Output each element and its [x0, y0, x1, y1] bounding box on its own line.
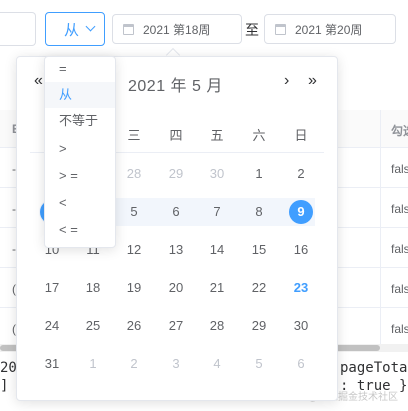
next-month-button[interactable]: › [284, 72, 289, 90]
calendar-day[interactable]: 29 [244, 313, 274, 339]
value-input[interactable] [0, 12, 36, 46]
calendar-day[interactable]: 16 [286, 237, 316, 263]
operator-option[interactable]: < [45, 190, 115, 216]
calendar-day[interactable]: 7 [202, 199, 232, 225]
table-cell: fals [391, 202, 408, 216]
calendar-day[interactable]: 24 [37, 313, 67, 339]
calendar-day[interactable]: 6 [286, 351, 316, 377]
code-text: 20 [0, 360, 17, 376]
operator-option-selected[interactable]: 从 [45, 82, 115, 108]
week-start-input[interactable]: 2021 第18周 [112, 14, 242, 44]
calendar-day[interactable]: 2 [286, 161, 316, 187]
weekday-header: 四 [169, 128, 183, 143]
operator-option[interactable]: = [45, 56, 115, 82]
calendar-day[interactable]: 28 [202, 313, 232, 339]
operator-option[interactable]: < = [45, 217, 115, 243]
calendar-day[interactable]: 29 [161, 161, 191, 187]
calendar-day[interactable]: 5 [244, 351, 274, 377]
calendar-icon [123, 23, 134, 35]
operator-option[interactable]: > [45, 136, 115, 162]
calendar-icon [275, 23, 286, 35]
weekday-header: 六 [252, 128, 266, 143]
weekday-header: 日 [294, 128, 308, 143]
calendar-day[interactable]: 12 [119, 237, 149, 263]
operator-option[interactable]: > = [45, 163, 115, 189]
calendar-day[interactable]: 31 [37, 351, 67, 377]
calendar-day[interactable]: 6 [161, 199, 191, 225]
table-cell: fals [391, 322, 408, 336]
operator-option[interactable]: 不等于 [45, 108, 115, 134]
calendar-day[interactable]: 13 [161, 237, 191, 263]
week-start-value: 2021 第18周 [143, 22, 211, 37]
calendar-day[interactable]: 1 [244, 161, 274, 187]
weekday-header: 三 [127, 128, 141, 143]
calendar-day[interactable]: 28 [119, 161, 149, 187]
code-text: pageTotal [340, 360, 408, 376]
calendar-day[interactable]: 19 [119, 275, 149, 301]
calendar-day[interactable]: 8 [244, 199, 274, 225]
calendar-day[interactable]: 30 [286, 313, 316, 339]
calendar-day[interactable]: 2 [119, 351, 149, 377]
table-cell: fals [391, 162, 408, 176]
calendar-day[interactable]: 14 [202, 237, 232, 263]
operator-select[interactable]: 从 [45, 12, 105, 46]
week-end-value: 2021 第20周 [295, 22, 363, 37]
table-cell: fals [391, 282, 408, 296]
weekday-header: 五 [210, 128, 224, 143]
prev-year-button[interactable]: « [34, 72, 43, 90]
calendar-day[interactable]: 15 [244, 237, 274, 263]
chevron-down-icon [85, 21, 96, 32]
calendar-day[interactable]: 25 [78, 313, 108, 339]
column-header-checkbox: 勾选 [380, 110, 408, 148]
table-cell: fals [391, 242, 408, 256]
week-end-input[interactable]: 2021 第20周 [264, 14, 396, 44]
next-year-button[interactable]: » [308, 72, 317, 90]
calendar-day[interactable]: 26 [119, 313, 149, 339]
calendar-day-selected[interactable]: 9 [289, 200, 313, 224]
calendar-day[interactable]: 22 [244, 275, 274, 301]
picker-header-title[interactable]: 2021 年 5 月 [128, 72, 223, 96]
calendar-day[interactable]: 20 [161, 275, 191, 301]
calendar-day[interactable]: 17 [37, 275, 67, 301]
calendar-day[interactable]: 21 [202, 275, 232, 301]
calendar-day[interactable]: 18 [78, 275, 108, 301]
calendar-day[interactable]: 5 [119, 199, 149, 225]
calendar-day[interactable]: 1 [78, 351, 108, 377]
calendar-day[interactable]: 30 [202, 161, 232, 187]
calendar-day-today[interactable]: 23 [286, 275, 316, 301]
calendar-day[interactable]: 4 [202, 351, 232, 377]
calendar-day[interactable]: 3 [161, 351, 191, 377]
range-separator: 至 [245, 22, 259, 38]
calendar-day[interactable]: 27 [161, 313, 191, 339]
operator-select-value: 从 [64, 21, 80, 39]
